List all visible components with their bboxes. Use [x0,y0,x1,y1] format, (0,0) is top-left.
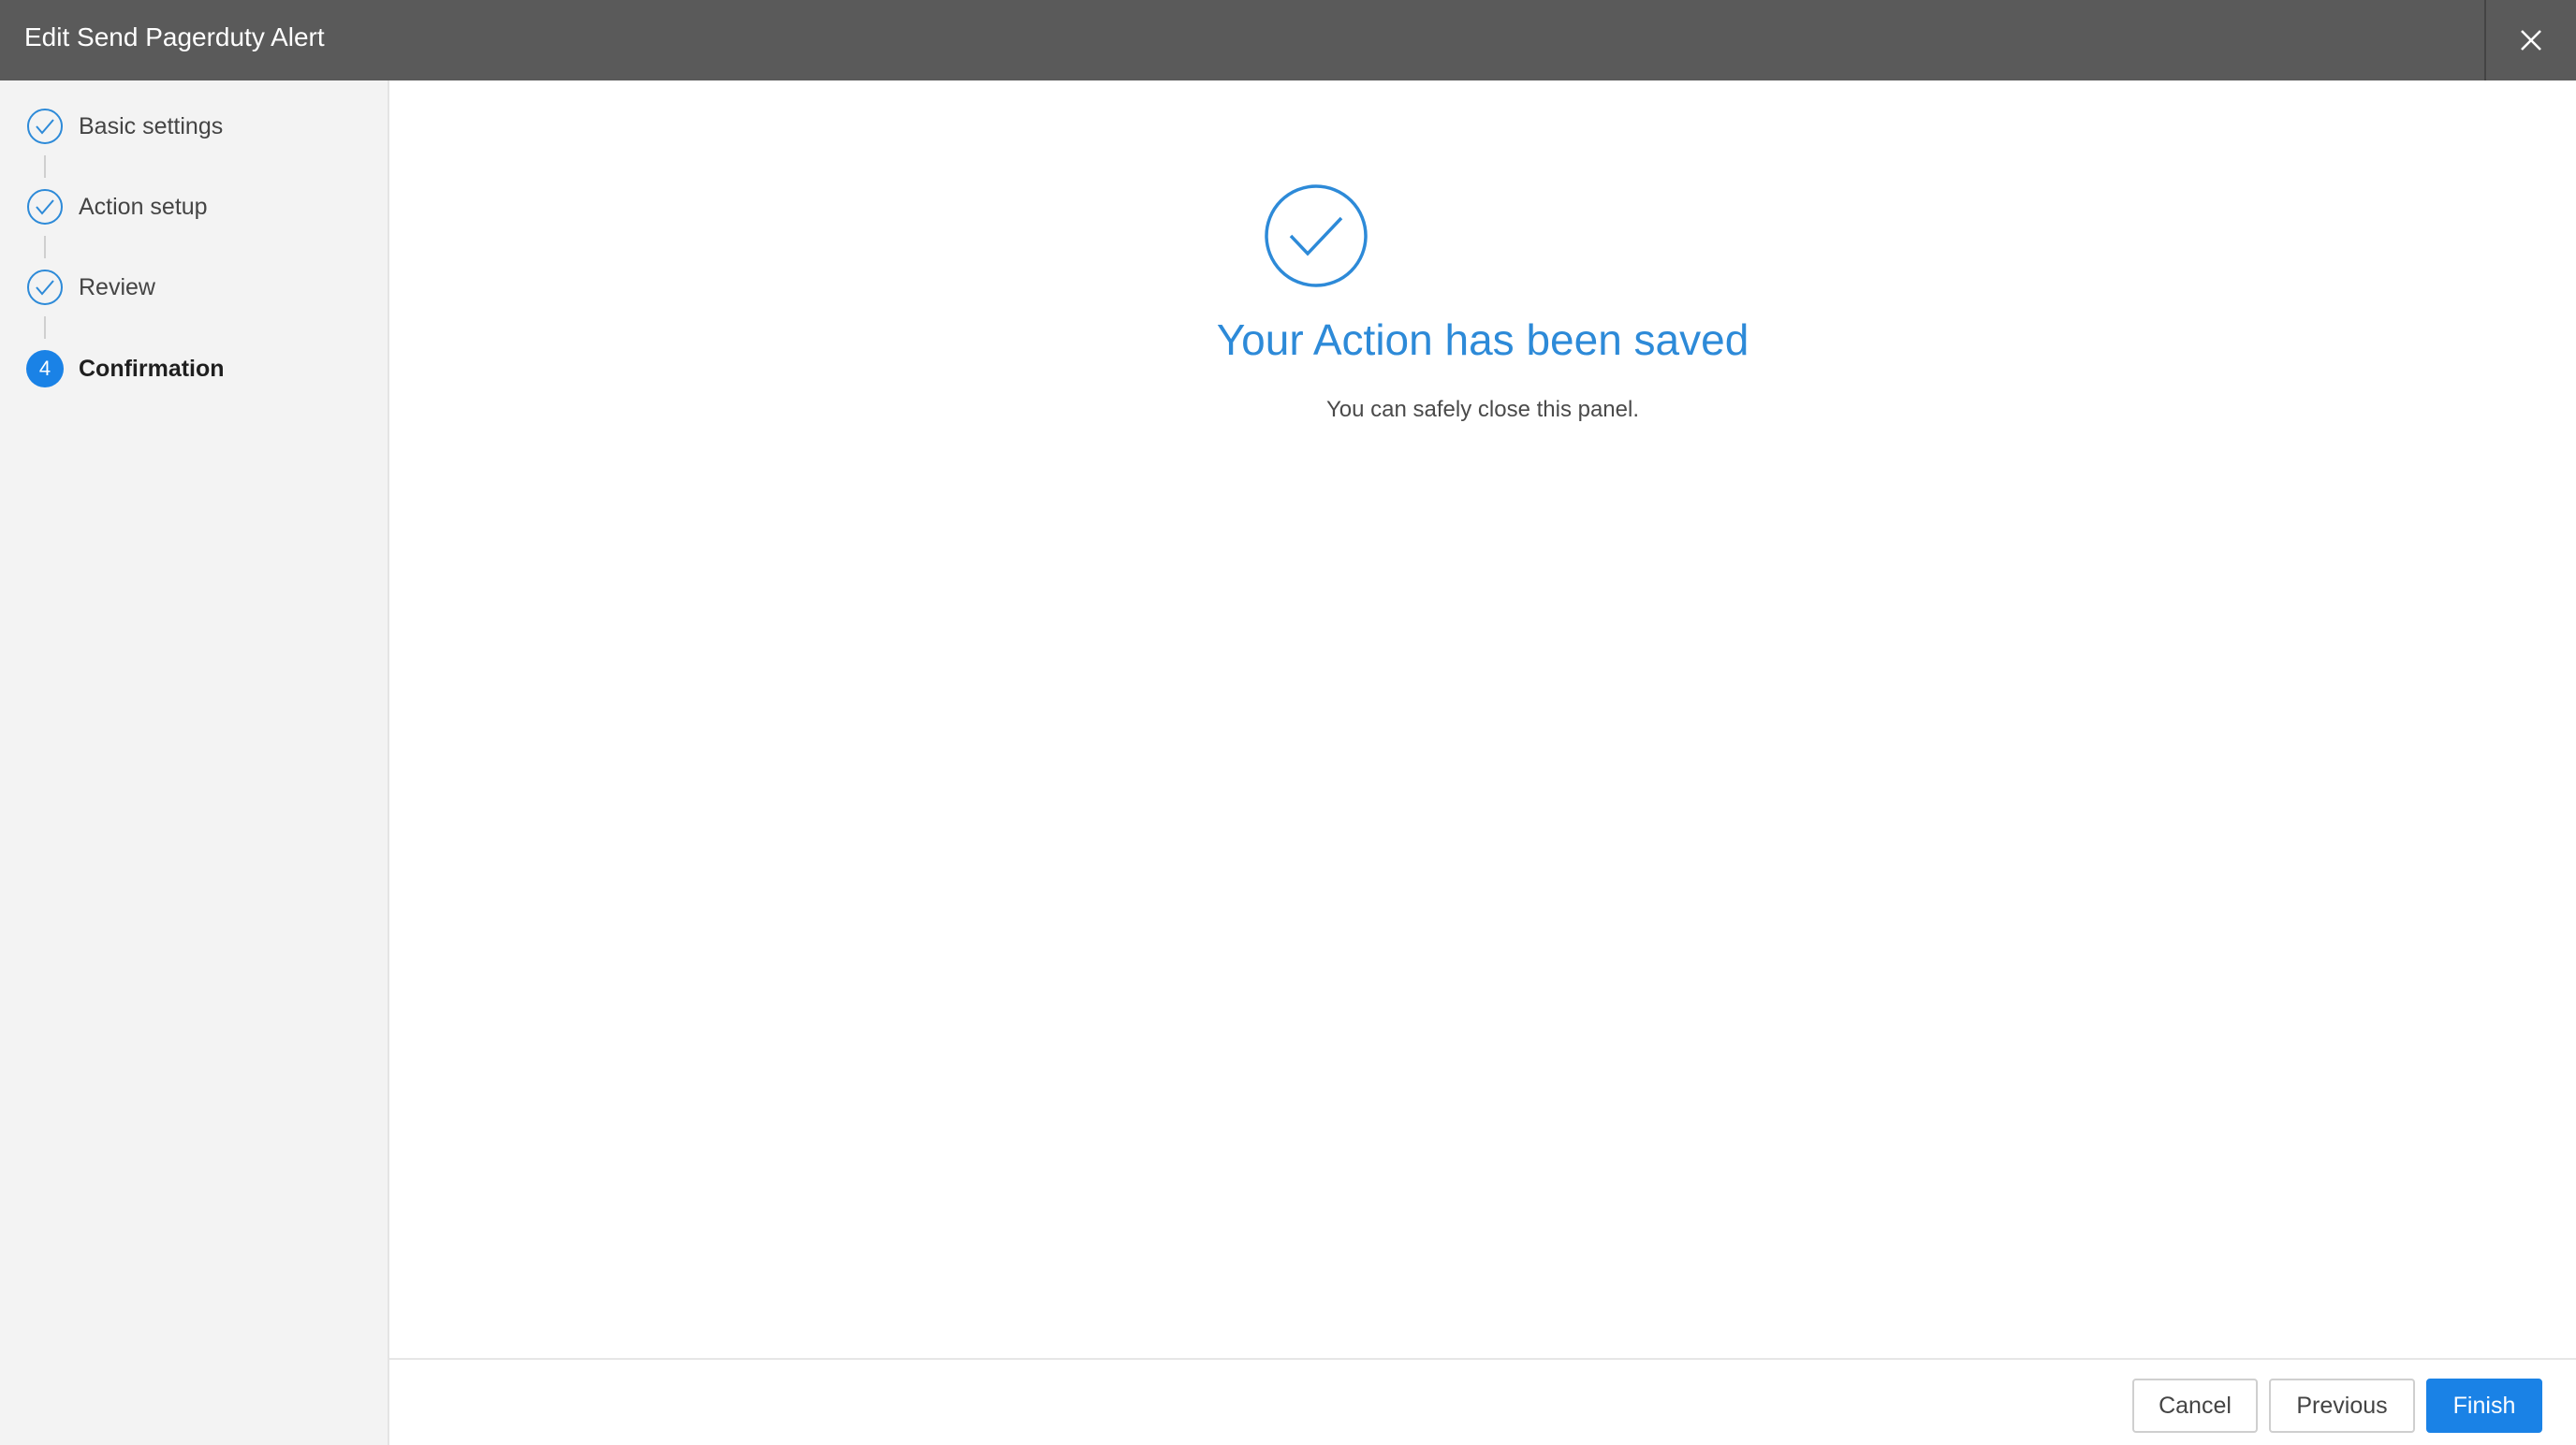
step-label: Review [79,273,155,300]
confirmation-content: Your Action has been saved You can safel… [389,80,2576,1358]
panel-header: Edit Send Pagerduty Alert [0,0,2576,80]
step-action-setup[interactable]: Action setup [26,187,208,226]
cancel-button[interactable]: Cancel [2132,1379,2258,1433]
success-check-icon [1265,184,1368,287]
success-subtitle: You can safely close this panel. [1326,397,1639,422]
step-connector [44,316,46,339]
close-icon [2521,30,2541,51]
step-basic-settings[interactable]: Basic settings [26,107,223,146]
check-circle-icon [26,269,64,306]
step-connector [44,236,46,258]
check-circle-icon [26,188,64,226]
success-title: Your Action has been saved [1216,315,1749,364]
step-number-badge: 4 [26,350,64,387]
step-label: Basic settings [79,112,224,139]
close-button[interactable] [2484,0,2576,80]
step-confirmation[interactable]: 4 Confirmation [26,349,225,388]
step-connector [44,155,46,178]
edit-action-panel: Edit Send Pagerduty Alert Basic settings [0,0,2576,1445]
panel-title: Edit Send Pagerduty Alert [24,22,325,51]
step-review[interactable]: Review [26,268,155,307]
wizard-steps-sidebar: Basic settings Action setup Review 4 Con… [0,80,389,1445]
step-label: Action setup [79,193,208,220]
check-circle-icon [26,108,64,145]
step-label: Confirmation [79,355,225,382]
previous-button[interactable]: Previous [2269,1379,2415,1433]
panel-footer: Cancel Previous Finish [389,1358,2576,1445]
finish-button[interactable]: Finish [2426,1379,2542,1433]
